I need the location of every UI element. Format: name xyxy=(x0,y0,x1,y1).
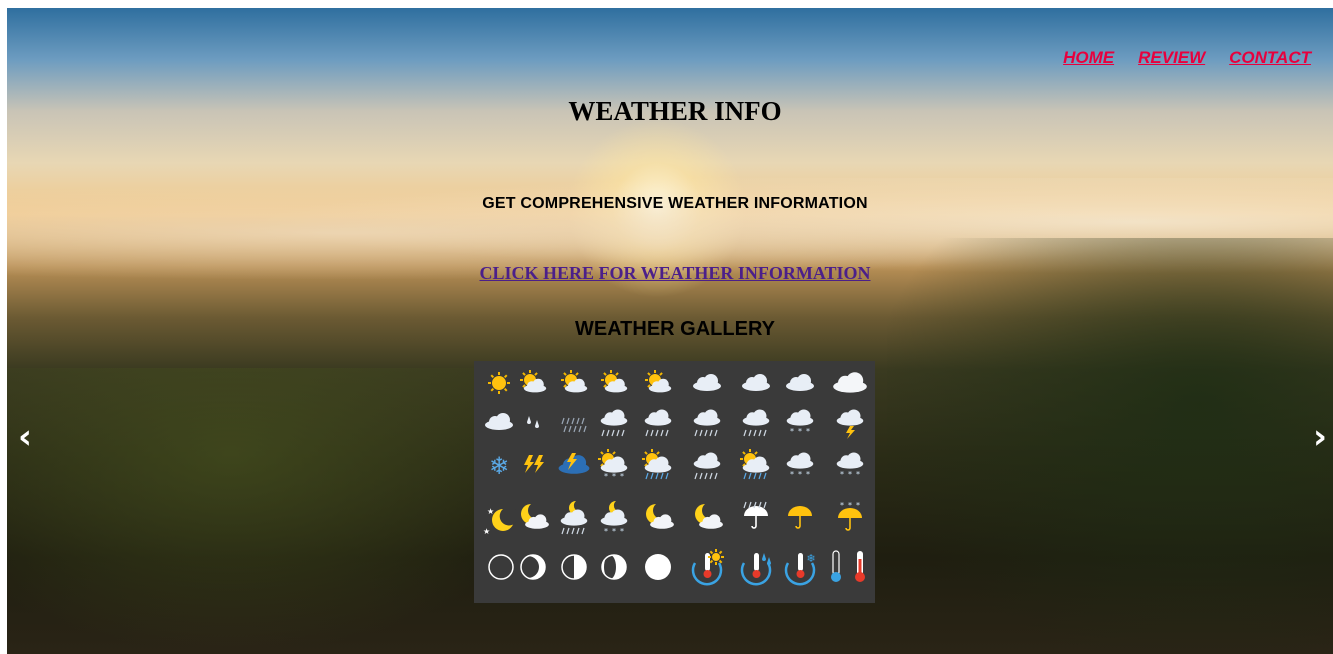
drizzle-icon xyxy=(561,417,587,433)
svg-text:❄: ❄ xyxy=(806,552,815,565)
svg-text:❄: ❄ xyxy=(489,452,509,480)
svg-text:*: * xyxy=(604,472,608,481)
page-subtitle: GET COMPREHENSIVE WEATHER INFORMATION xyxy=(482,195,868,212)
top-nav: HOME REVIEW CONTACT xyxy=(1063,48,1311,68)
umbrella-icon xyxy=(743,501,768,529)
cloud-icon xyxy=(786,374,814,391)
svg-text:*: * xyxy=(620,527,624,536)
svg-text:*: * xyxy=(856,470,860,479)
svg-text:*: * xyxy=(798,427,802,436)
sun-snow-cloud-icon: * * * xyxy=(598,449,628,481)
svg-text:*: * xyxy=(848,501,852,510)
weather-gallery-image: * * * ❄ * * * * * * * * * ★ ★ * * * * * * ❄ xyxy=(474,361,875,603)
umbrella-icon xyxy=(788,506,812,529)
partly-sunny-icon xyxy=(561,370,588,393)
partly-sunny-icon xyxy=(645,370,672,393)
carousel-next-button[interactable]: › xyxy=(1313,420,1327,454)
snow-cloud-icon: * * * xyxy=(836,452,864,479)
svg-text:*: * xyxy=(856,501,860,510)
umbrella-snow-icon: * * * xyxy=(838,501,862,531)
svg-text:*: * xyxy=(840,501,844,510)
cloud-icon xyxy=(485,413,513,430)
crescent-moon-icon xyxy=(517,554,546,580)
moon-rain-icon xyxy=(560,499,588,535)
rain-cloud-icon xyxy=(693,409,721,437)
snow-cloud-icon: * * * xyxy=(786,452,814,479)
nav-review-link[interactable]: REVIEW xyxy=(1138,48,1205,68)
page-title: WEATHER INFO xyxy=(568,96,782,126)
svg-text:★: ★ xyxy=(483,527,490,536)
rain-cloud-icon xyxy=(644,409,672,437)
svg-text:*: * xyxy=(840,470,844,479)
cloud-icon xyxy=(693,374,721,391)
moon-cloud-icon xyxy=(695,502,723,529)
thermometer-snow-icon: ❄ xyxy=(784,552,816,586)
gallery-title: WEATHER GALLERY xyxy=(575,318,775,340)
storm-icon xyxy=(558,453,590,474)
moon-cloud-icon xyxy=(646,502,674,529)
svg-text:*: * xyxy=(848,470,852,479)
fog-cloud-icon xyxy=(833,372,867,393)
thermometer-sun-icon xyxy=(691,549,724,586)
sun-rain-cloud-icon xyxy=(740,449,770,480)
svg-text:*: * xyxy=(612,527,616,536)
moon-stars-icon: ★★ xyxy=(483,506,519,536)
partly-sunny-icon xyxy=(520,370,547,393)
svg-text:*: * xyxy=(790,470,794,479)
sun-rain-cloud-icon xyxy=(642,449,672,480)
lightning-icon xyxy=(524,455,544,473)
svg-text:*: * xyxy=(790,427,794,436)
full-moon-icon xyxy=(645,554,671,580)
forest-right xyxy=(887,238,1333,654)
nav-home-link[interactable]: HOME xyxy=(1063,48,1114,68)
partly-sunny-icon xyxy=(601,370,628,393)
svg-text:*: * xyxy=(604,527,608,536)
cloud-icon xyxy=(742,374,770,391)
moon-snow-icon: * * * xyxy=(600,499,628,536)
weather-icons-grid: * * *❄ * * * * * * * * *★★ * * ** * *❄ xyxy=(483,370,867,586)
sun-icon xyxy=(488,372,510,394)
carousel-prev-button[interactable]: ‹ xyxy=(18,420,32,454)
nav-contact-link[interactable]: CONTACT xyxy=(1229,48,1311,68)
new-moon-icon xyxy=(488,554,514,580)
thermometer-cold-icon xyxy=(831,550,865,582)
snow-cloud-icon: * * * xyxy=(786,409,814,436)
weather-info-link[interactable]: CLICK HERE FOR WEATHER INFORMATION xyxy=(479,263,870,283)
svg-text:*: * xyxy=(612,472,616,481)
svg-text:*: * xyxy=(798,470,802,479)
rain-cloud-icon xyxy=(693,452,721,480)
rain-cloud-icon xyxy=(742,409,770,437)
svg-text:*: * xyxy=(806,427,810,436)
snowflake-icon: ❄ xyxy=(489,452,509,480)
svg-text:★: ★ xyxy=(487,507,494,516)
thermometer-rain-icon xyxy=(740,553,772,586)
svg-text:*: * xyxy=(620,472,624,481)
rain-cloud-icon xyxy=(600,409,628,437)
half-moon-icon xyxy=(561,554,587,580)
thunder-cloud-icon xyxy=(836,409,864,439)
moon-cloud-icon xyxy=(521,502,549,529)
gibbous-moon-icon xyxy=(601,554,627,580)
raindrops-icon xyxy=(527,416,539,428)
svg-text:*: * xyxy=(806,470,810,479)
